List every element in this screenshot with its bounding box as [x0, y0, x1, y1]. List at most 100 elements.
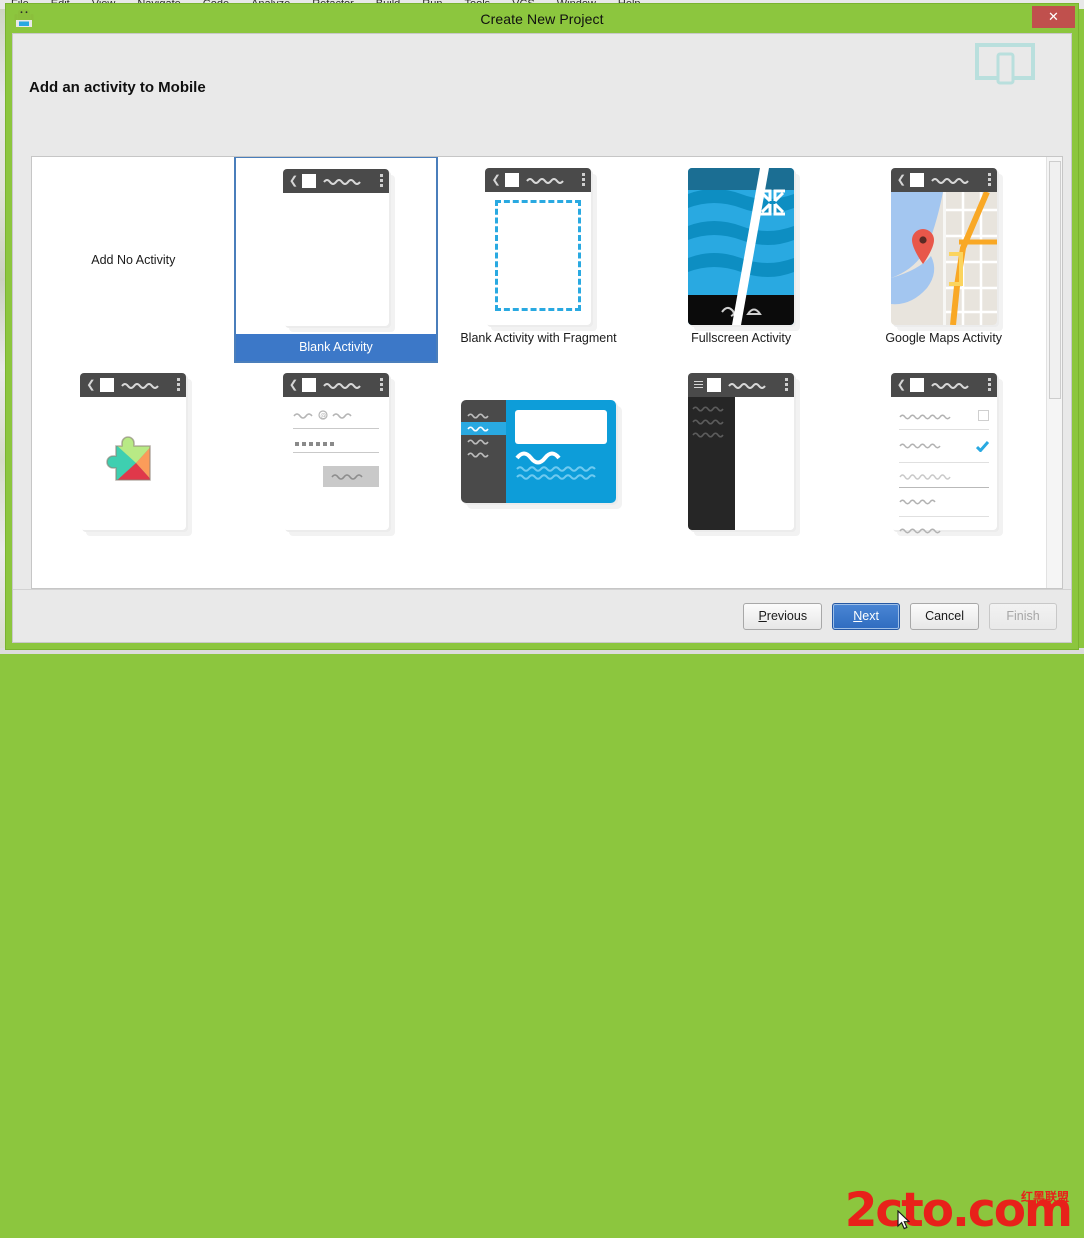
back-arrow-icon: ❮ — [897, 173, 906, 186]
activity-card-label: Add No Activity — [32, 253, 235, 267]
appbar-title-squiggle — [931, 175, 984, 185]
fragment-placeholder-outline — [495, 200, 581, 311]
activity-thumbnail-blank-activity-with-fragment: ❮ — [437, 157, 640, 329]
appbar-title-squiggle — [121, 380, 174, 390]
activity-card-master-detail-flow[interactable] — [437, 362, 640, 567]
next-button-accel: N — [853, 609, 862, 623]
activity-grid: Add No Activity ❮ — [32, 157, 1045, 567]
activity-card-label: Google Maps Activity — [842, 329, 1045, 345]
activity-card-google-maps-activity[interactable]: ❮ Google Maps Activity — [842, 157, 1045, 362]
appbar-mock: ❮ — [485, 168, 591, 192]
activity-thumbnail-google-play-services-activity: ❮ — [32, 362, 235, 534]
appbar-mock: ❮ — [891, 168, 997, 192]
activity-card-navigation-drawer-activity[interactable] — [640, 362, 843, 567]
activity-thumbnail-login-activity: ❮ — [235, 362, 438, 534]
activity-grid-scrollbar[interactable] — [1046, 157, 1062, 588]
page-title: Add an activity to Mobile — [29, 79, 206, 96]
dialog-title-bar[interactable]: Create New Project ✕ — [6, 4, 1078, 33]
dialog-footer: Previous Next Cancel Finish 2cto.com 红黑联… — [13, 589, 1071, 642]
activity-thumbnail-master-detail-flow — [437, 362, 640, 534]
previous-button[interactable]: Previous — [743, 603, 822, 630]
activity-template-list: Add No Activity ❮ — [31, 156, 1063, 589]
ide-left-edge-sliver — [0, 9, 5, 654]
overflow-menu-icon — [582, 173, 585, 186]
hamburger-menu-icon — [694, 379, 703, 390]
overflow-menu-icon — [380, 378, 383, 391]
scrollbar-thumb[interactable] — [1049, 161, 1061, 399]
play-services-puzzle-icon — [80, 397, 186, 530]
svg-text:@: @ — [320, 412, 326, 419]
next-button[interactable]: Next — [832, 603, 900, 630]
activity-card-google-play-services-activity[interactable]: ❮ — [32, 362, 235, 567]
back-arrow-icon: ❮ — [897, 378, 906, 391]
master-list-pane — [461, 400, 506, 503]
appbar-logo-square — [707, 378, 721, 392]
activity-thumbnail-blank-activity: ❮ — [236, 158, 437, 330]
cancel-button[interactable]: Cancel — [910, 603, 979, 630]
dialog-header: Add an activity to Mobile — [13, 34, 1071, 156]
activity-card-label — [235, 534, 438, 536]
appbar-title-squiggle — [526, 175, 579, 185]
android-robot-icon — [14, 8, 34, 29]
email-field-mock: @ — [293, 407, 379, 429]
appbar-mock: ❮ — [80, 373, 186, 397]
activity-card-label: Blank Activity — [236, 334, 437, 361]
overflow-menu-icon — [988, 378, 991, 391]
overflow-menu-icon — [785, 378, 788, 391]
activity-card-add-no-activity[interactable]: Add No Activity — [32, 157, 235, 362]
back-arrow-icon: ❮ — [86, 378, 95, 391]
previous-button-accel: P — [758, 609, 766, 623]
navigation-drawer-preview — [688, 397, 794, 530]
activity-card-label: Fullscreen Activity — [640, 329, 843, 345]
activity-card-fullscreen-activity[interactable]: Fullscreen Activity — [640, 157, 843, 362]
close-icon[interactable]: ✕ — [1032, 6, 1075, 28]
appbar-logo-square — [302, 174, 316, 188]
back-arrow-icon: ❮ — [289, 174, 298, 187]
appbar-title-squiggle — [323, 176, 376, 186]
detail-pane — [506, 400, 616, 503]
site-watermark: 2cto.com 红黑联盟 — [845, 1187, 1071, 1234]
create-new-project-dialog: Create New Project ✕ Add an activity to … — [6, 4, 1078, 649]
back-arrow-icon: ❮ — [491, 173, 500, 186]
content-pane-mock — [735, 397, 794, 530]
back-arrow-icon: ❮ — [289, 378, 298, 391]
appbar-mock: ❮ — [283, 373, 389, 397]
detail-card-mock — [515, 410, 607, 444]
activity-card-label — [32, 534, 235, 536]
activity-grid-viewport: Add No Activity ❮ — [32, 157, 1046, 588]
dialog-body: Add an activity to Mobile Add No Activit… — [12, 33, 1072, 643]
fullscreen-preview — [688, 168, 794, 325]
activity-card-login-activity[interactable]: ❮ — [235, 362, 438, 567]
appbar-mock — [688, 373, 794, 397]
overflow-menu-icon — [177, 378, 180, 391]
activity-card-blank-activity[interactable]: ❮ Blank Activity — [235, 157, 438, 362]
appbar-mock: ❮ — [283, 169, 389, 193]
activity-thumbnail-google-maps-activity: ❮ — [842, 157, 1045, 329]
activity-card-blank-activity-with-fragment[interactable]: ❮ Blank Activity with Fragmen — [437, 157, 640, 362]
next-button-label: ext — [862, 609, 879, 623]
appbar-mock: ❮ — [891, 373, 997, 397]
activity-card-label: Blank Activity with Fragment — [437, 329, 640, 345]
watermark-cn-text: 红黑联盟 — [1021, 1191, 1069, 1203]
map-preview — [891, 192, 997, 325]
checkbox-checked-icon — [976, 439, 989, 450]
activity-card-label — [437, 534, 640, 536]
appbar-logo-square — [505, 173, 519, 187]
activity-card-settings-activity[interactable]: ❮ — [842, 362, 1045, 567]
password-field-mock — [293, 442, 379, 453]
activity-thumbnail-fullscreen-activity — [640, 157, 843, 329]
previous-button-label: revious — [767, 609, 807, 623]
checkbox-unchecked-icon — [978, 410, 989, 421]
activity-thumbnail-navigation-drawer-activity — [640, 362, 843, 534]
activity-thumbnail-settings-activity: ❮ — [842, 362, 1045, 534]
activity-card-label — [640, 534, 843, 536]
settings-list-preview — [891, 397, 997, 530]
appbar-logo-square — [910, 173, 924, 187]
overflow-menu-icon — [988, 173, 991, 186]
dialog-title: Create New Project — [6, 11, 1078, 27]
appbar-logo-square — [910, 378, 924, 392]
appbar-title-squiggle — [323, 380, 376, 390]
drawer-panel-mock — [688, 397, 735, 530]
appbar-title-squiggle — [728, 380, 781, 390]
appbar-logo-square — [100, 378, 114, 392]
